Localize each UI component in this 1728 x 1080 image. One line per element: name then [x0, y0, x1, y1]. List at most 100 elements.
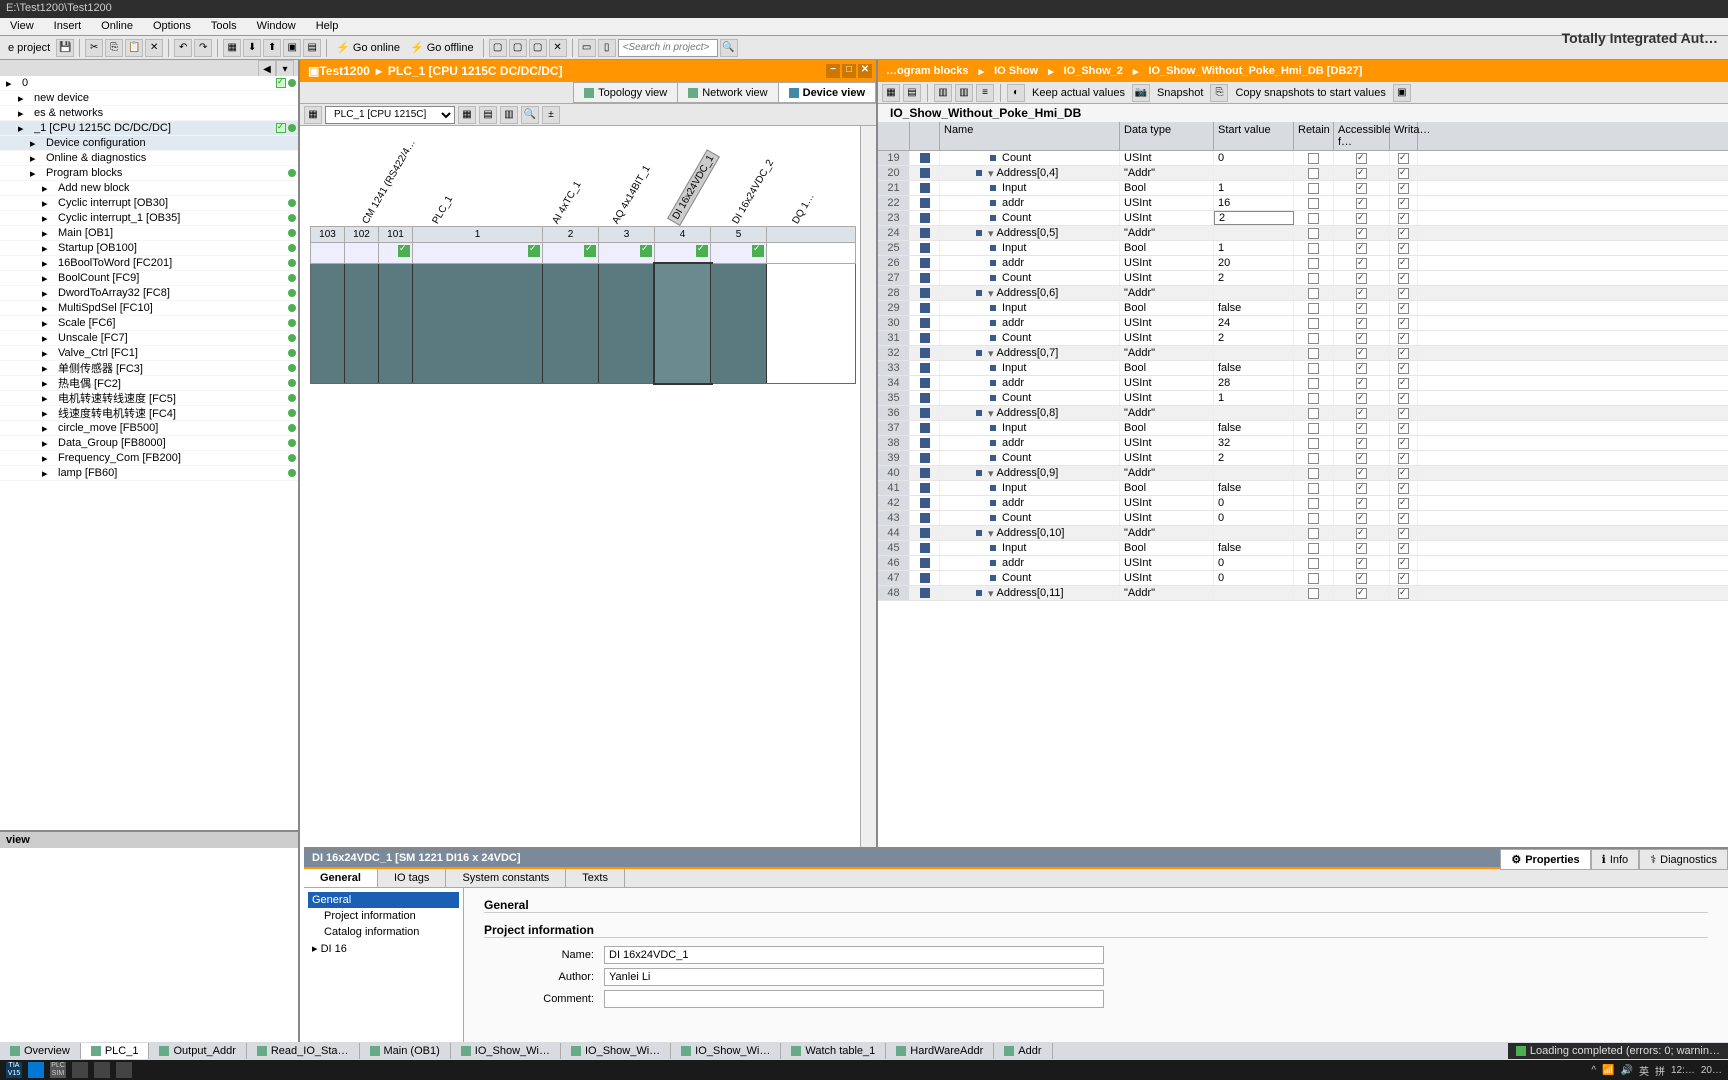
nav-di16[interactable]: ▸ DI 16: [308, 940, 459, 957]
crumb-blocks[interactable]: …ogram blocks: [886, 65, 969, 77]
tree-item[interactable]: ▸Cyclic interrupt_1 [OB35]: [0, 211, 298, 226]
tree-item[interactable]: ▸Data_Group [FB8000]: [0, 436, 298, 451]
search-go-icon[interactable]: 🔍: [720, 39, 738, 57]
editor-tab[interactable]: PLC_1: [81, 1043, 150, 1059]
delete-icon[interactable]: ✕: [145, 39, 163, 57]
rack-module[interactable]: [345, 264, 379, 383]
crumb-project[interactable]: Test1200: [319, 64, 369, 78]
db-row[interactable]: 26addrUSInt20: [878, 256, 1728, 271]
db-row[interactable]: 19CountUSInt0: [878, 151, 1728, 166]
ime-lang[interactable]: 英: [1639, 1063, 1649, 1078]
rack-module[interactable]: [379, 264, 413, 383]
tree-item[interactable]: ▸电机转速转线速度 [FC5]: [0, 391, 298, 406]
menu-online[interactable]: Online: [91, 18, 143, 35]
undo-icon[interactable]: ↶: [174, 39, 192, 57]
editor-tab[interactable]: Main (OB1): [360, 1043, 451, 1059]
editor-tab[interactable]: Read_IO_Sta…: [247, 1043, 360, 1059]
db-row[interactable]: 34addrUSInt28: [878, 376, 1728, 391]
tree-item[interactable]: ▸circle_move [FB500]: [0, 421, 298, 436]
maximize-icon[interactable]: □: [842, 64, 856, 78]
tree-item[interactable]: ▸Program blocks: [0, 166, 298, 181]
db-row[interactable]: 30addrUSInt24: [878, 316, 1728, 331]
layout1-icon[interactable]: ▭: [578, 39, 596, 57]
close-icon[interactable]: ✕: [858, 64, 872, 78]
download-icon[interactable]: ⬇: [243, 39, 261, 57]
db-btn9-icon[interactable]: ▣: [1393, 84, 1411, 102]
db-row[interactable]: 28▾Address[0,6]"Addr": [878, 286, 1728, 301]
crumb-plc[interactable]: PLC_1 [CPU 1215C DC/DC/DC]: [388, 64, 563, 78]
comment-input[interactable]: [604, 990, 1104, 1008]
properties-nav[interactable]: General Project information Catalog info…: [304, 888, 464, 1042]
db-row[interactable]: 22addrUSInt16: [878, 196, 1728, 211]
tool4-icon[interactable]: ▢: [529, 39, 547, 57]
db-row[interactable]: 20▾Address[0,4]"Addr": [878, 166, 1728, 181]
db-row[interactable]: 36▾Address[0,8]"Addr": [878, 406, 1728, 421]
snapshot-icon[interactable]: 📷: [1132, 84, 1150, 102]
db-row[interactable]: 45InputBoolfalse: [878, 541, 1728, 556]
plcsim-icon[interactable]: PLCSIM: [50, 1062, 66, 1078]
tree-item[interactable]: ▸Main [OB1]: [0, 226, 298, 241]
props-tab-system-constants[interactable]: System constants: [446, 869, 566, 887]
tool-icon[interactable]: ▤: [303, 39, 321, 57]
copy-snap-icon[interactable]: ⎘: [1210, 84, 1228, 102]
menu-tools[interactable]: Tools: [201, 18, 247, 35]
app5-icon[interactable]: [94, 1062, 110, 1078]
search-input[interactable]: [618, 39, 718, 57]
editor-tab[interactable]: IO_Show_Wi…: [671, 1043, 781, 1059]
menu-view[interactable]: View: [0, 18, 44, 35]
tree-item[interactable]: ▸_1 [CPU 1215C DC/DC/DC]: [0, 121, 298, 136]
compile-icon[interactable]: ▦: [223, 39, 241, 57]
tree-item[interactable]: ▸16BoolToWord [FC201]: [0, 256, 298, 271]
tray-up-icon[interactable]: ^: [1591, 1065, 1596, 1076]
db-row[interactable]: 43CountUSInt0: [878, 511, 1728, 526]
redo-icon[interactable]: ↷: [194, 39, 212, 57]
app4-icon[interactable]: [72, 1062, 88, 1078]
editor-tab[interactable]: Output_Addr: [149, 1043, 246, 1059]
db-row[interactable]: 33InputBoolfalse: [878, 361, 1728, 376]
save-project-label[interactable]: e project: [4, 42, 54, 54]
zoom-icon[interactable]: 🔍: [521, 106, 539, 124]
tree-item[interactable]: ▸DwordToArray32 [FC8]: [0, 286, 298, 301]
go-online-button[interactable]: ⚡Go online: [332, 41, 404, 54]
tree-item[interactable]: ▸ new device: [0, 91, 298, 106]
plc-selector[interactable]: PLC_1 [CPU 1215C]: [325, 106, 455, 124]
tree-item[interactable]: ▸Frequency_Com [FB200]: [0, 451, 298, 466]
tree-item[interactable]: ▸线速度转电机转速 [FC4]: [0, 406, 298, 421]
tray-net-icon[interactable]: 📶: [1602, 1065, 1614, 1076]
rack-module[interactable]: [413, 264, 543, 383]
db-row[interactable]: 31CountUSInt2: [878, 331, 1728, 346]
author-input[interactable]: [604, 968, 1104, 986]
tab-network[interactable]: Network view: [677, 82, 778, 103]
rack-module[interactable]: [311, 264, 345, 383]
editor-tab[interactable]: Addr: [994, 1043, 1052, 1059]
db-row[interactable]: 44▾Address[0,10]"Addr": [878, 526, 1728, 541]
tree-item[interactable]: ▸Startup [OB100]: [0, 241, 298, 256]
db-row[interactable]: 39CountUSInt2: [878, 451, 1728, 466]
menu-window[interactable]: Window: [247, 18, 306, 35]
tree-item[interactable]: ▸BoolCount [FC9]: [0, 271, 298, 286]
tia-icon[interactable]: TIAV15: [6, 1062, 22, 1078]
tree-item[interactable]: ▸Add new block: [0, 181, 298, 196]
menu-insert[interactable]: Insert: [44, 18, 92, 35]
layout2-icon[interactable]: ▯: [598, 39, 616, 57]
crumb-ioshow2[interactable]: IO_Show_2: [1064, 65, 1123, 77]
project-tree[interactable]: ▸0▸ new device▸es & networks▸_1 [CPU 121…: [0, 76, 298, 830]
snapshot-button[interactable]: Snapshot: [1153, 87, 1207, 99]
tray-vol-icon[interactable]: 🔊: [1621, 1065, 1633, 1076]
db-row[interactable]: 42addrUSInt0: [878, 496, 1728, 511]
db-btn4-icon[interactable]: ▥: [955, 84, 973, 102]
copy-icon[interactable]: ⎘: [105, 39, 123, 57]
go-offline-button[interactable]: ⚡Go offline: [406, 41, 478, 54]
db-row[interactable]: 48▾Address[0,11]"Addr": [878, 586, 1728, 601]
tree-item[interactable]: ▸Unscale [FC7]: [0, 331, 298, 346]
tree-item[interactable]: ▸0: [0, 76, 298, 91]
device-btn2-icon[interactable]: ▦: [458, 106, 476, 124]
editor-tab[interactable]: HardWareAddr: [886, 1043, 994, 1059]
copy-snap-button[interactable]: Copy snapshots to start values: [1231, 87, 1389, 99]
editor-tab[interactable]: IO_Show_Wi…: [561, 1043, 671, 1059]
editor-tab[interactable]: Watch table_1: [781, 1043, 886, 1059]
tree-item[interactable]: ▸Scale [FC6]: [0, 316, 298, 331]
db-btn1-icon[interactable]: ▦: [882, 84, 900, 102]
save-icon[interactable]: 💾: [56, 39, 74, 57]
editor-tab[interactable]: IO_Show_Wi…: [451, 1043, 561, 1059]
